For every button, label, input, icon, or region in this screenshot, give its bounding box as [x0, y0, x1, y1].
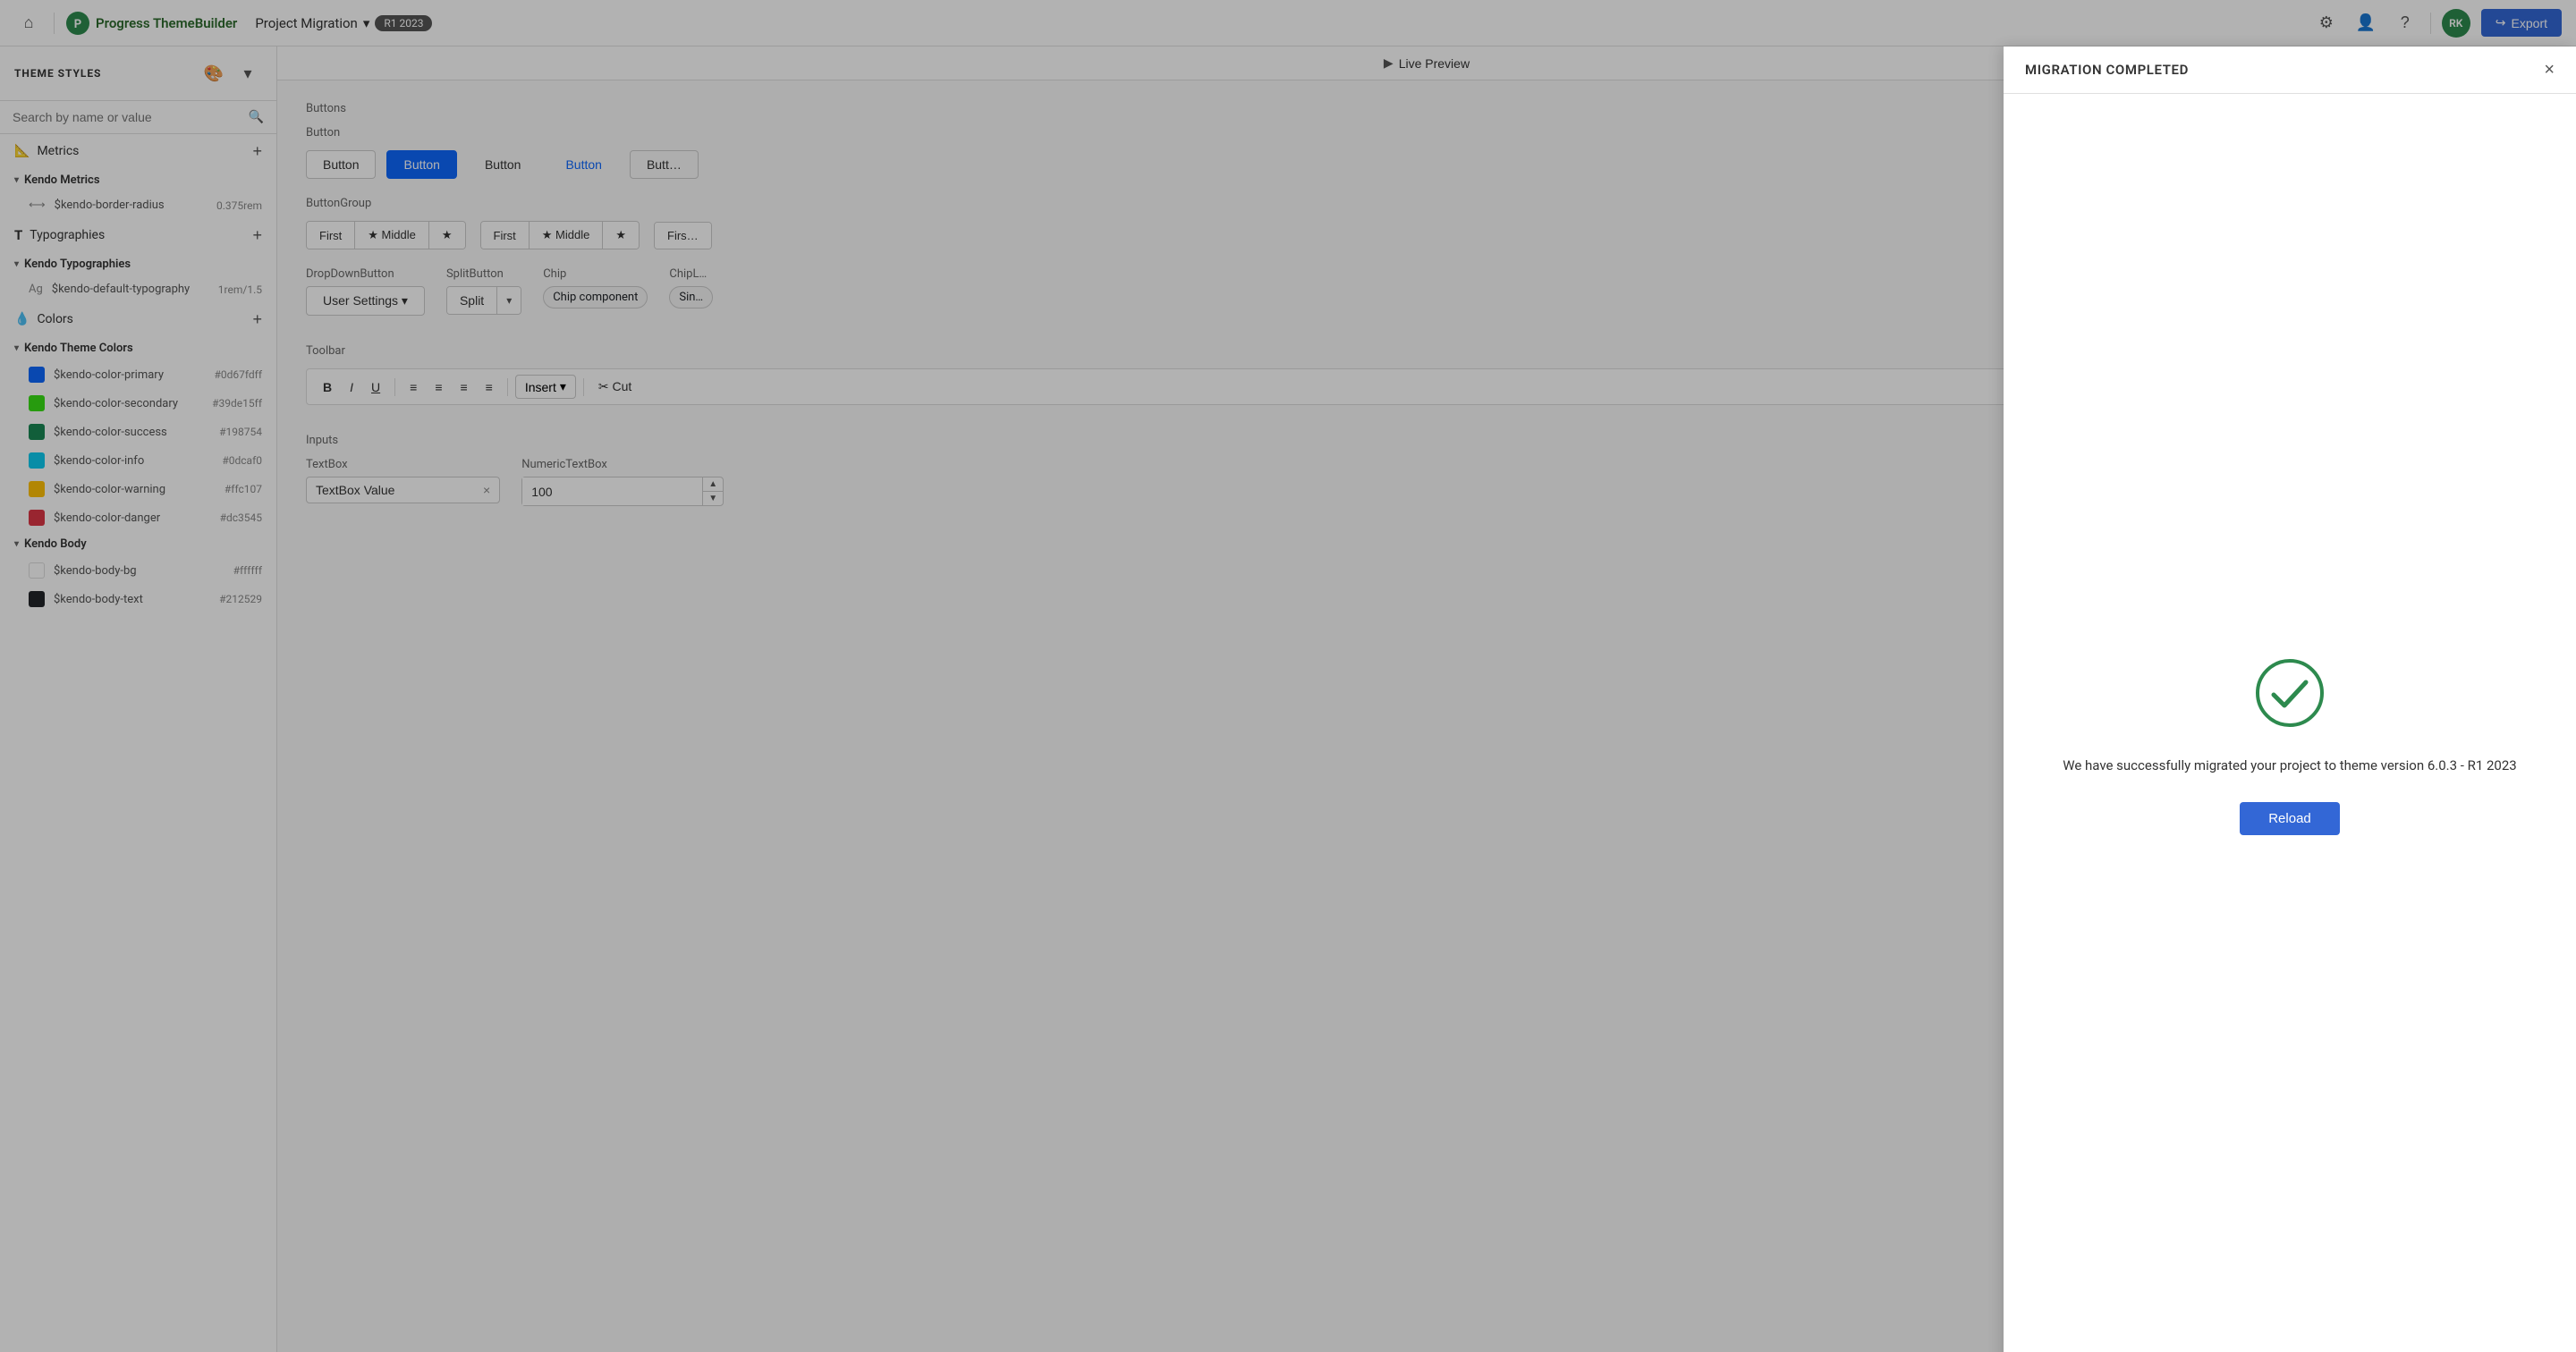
- success-icon: [2254, 657, 2326, 729]
- modal-message: We have successfully migrated your proje…: [2063, 757, 2516, 773]
- modal-panel: MIGRATION COMPLETED × We have successful…: [2004, 46, 2576, 1352]
- modal-close-button[interactable]: ×: [2544, 61, 2555, 79]
- modal-body: We have successfully migrated your proje…: [2004, 94, 2576, 1352]
- modal-overlay: MIGRATION COMPLETED × We have successful…: [0, 46, 2576, 1352]
- modal-header: MIGRATION COMPLETED ×: [2004, 46, 2576, 94]
- modal-title: MIGRATION COMPLETED: [2025, 62, 2189, 78]
- main-layout: THEME STYLES 🎨 ▾ 🔍 📐 Metrics + ▾ Kendo M…: [0, 46, 2576, 1352]
- modal-reload-button[interactable]: Reload: [2240, 802, 2340, 835]
